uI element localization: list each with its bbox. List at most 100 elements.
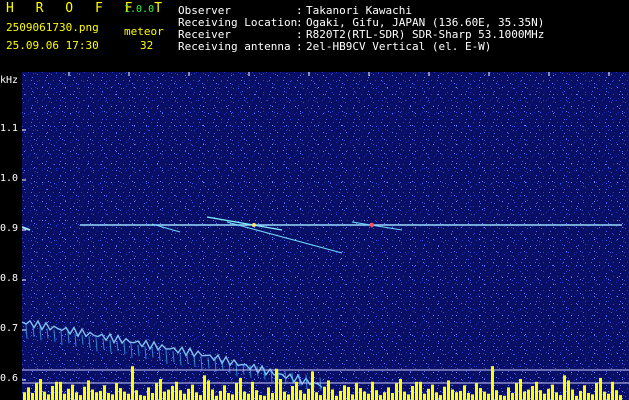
power-bar	[135, 390, 138, 400]
power-bar	[187, 388, 190, 400]
power-bar	[83, 386, 86, 400]
power-bar	[275, 368, 278, 400]
app-version: 1.0.0	[124, 4, 155, 15]
power-bar	[319, 395, 322, 400]
power-bar	[447, 380, 450, 400]
power-bar	[335, 395, 338, 400]
power-bar	[583, 385, 586, 400]
power-bar	[415, 381, 418, 400]
power-bar	[395, 383, 398, 400]
power-bar	[407, 394, 410, 400]
power-bar	[223, 385, 226, 400]
power-bar	[539, 390, 542, 400]
power-bar	[271, 393, 274, 400]
power-bar	[151, 393, 154, 400]
power-bar	[183, 393, 186, 400]
power-bar	[127, 393, 130, 400]
power-bar	[567, 380, 570, 400]
power-bar	[175, 381, 178, 400]
power-bar	[607, 393, 610, 400]
power-bar	[131, 366, 134, 400]
y-tick-label: 0.8	[0, 273, 19, 284]
power-bar	[107, 393, 110, 400]
power-bar	[31, 393, 34, 400]
power-bar	[527, 389, 530, 400]
power-bar	[323, 386, 326, 400]
power-bar	[587, 393, 590, 400]
power-bar	[515, 383, 518, 400]
power-bar	[519, 379, 522, 400]
power-bar	[611, 381, 614, 400]
spectrogram-plot	[22, 72, 629, 400]
power-bar	[327, 380, 330, 400]
meteor-head	[369, 222, 375, 228]
power-bar	[511, 393, 514, 400]
power-bar	[467, 393, 470, 400]
power-bar	[463, 385, 466, 400]
power-bar	[303, 393, 306, 400]
power-bar	[247, 393, 250, 400]
power-bar	[351, 394, 354, 400]
meteor-count: 32	[140, 39, 154, 52]
power-bar	[443, 386, 446, 400]
power-bar	[207, 380, 210, 400]
power-bar	[431, 384, 434, 400]
power-bar	[563, 375, 566, 400]
power-bar	[579, 390, 582, 400]
power-bar	[255, 390, 258, 400]
power-bar	[231, 394, 234, 400]
power-bar	[399, 379, 402, 400]
power-bar	[595, 383, 598, 400]
power-bar	[459, 390, 462, 400]
power-bar	[535, 381, 538, 400]
power-bar	[311, 371, 314, 400]
power-bar	[283, 391, 286, 400]
power-bar	[55, 381, 58, 400]
power-bar	[91, 389, 94, 400]
power-bar	[315, 392, 318, 400]
power-bar	[371, 381, 374, 400]
y-tick-label: 1.0	[0, 173, 19, 184]
power-bar	[571, 389, 574, 400]
power-bar	[331, 389, 334, 400]
power-bar	[171, 386, 174, 400]
power-bar	[559, 395, 562, 400]
power-bar	[87, 380, 90, 400]
power-bar	[179, 390, 182, 400]
power-bar	[155, 383, 158, 400]
power-bar	[23, 392, 26, 400]
power-bar	[123, 391, 126, 400]
power-bar	[363, 391, 366, 400]
power-bar	[211, 389, 214, 400]
power-bar	[379, 395, 382, 400]
power-bar	[35, 383, 38, 400]
power-bar	[63, 393, 66, 400]
power-bar	[235, 383, 238, 400]
power-bar	[387, 387, 390, 400]
power-bar	[219, 390, 222, 400]
power-bar	[71, 384, 74, 400]
power-bar	[411, 386, 414, 400]
power-bar	[139, 395, 142, 400]
power-bar	[103, 385, 106, 400]
power-bar	[359, 388, 362, 400]
power-bar	[491, 366, 494, 400]
power-bar	[259, 395, 262, 400]
power-bar	[203, 375, 206, 400]
power-bar	[555, 392, 558, 400]
power-bar	[291, 386, 294, 400]
power-bar	[483, 391, 486, 400]
image-filename: 2509061730.png	[6, 21, 99, 34]
mode-label: meteor	[124, 25, 164, 38]
power-bar	[199, 395, 202, 400]
power-bar	[79, 395, 82, 400]
antenna-label: Receiving antenna	[178, 40, 291, 53]
power-bar	[471, 394, 474, 400]
power-bar	[475, 383, 478, 400]
power-bar	[159, 379, 162, 400]
power-bar	[619, 395, 622, 400]
power-bar	[51, 386, 54, 400]
power-bar	[279, 379, 282, 400]
power-bar	[479, 388, 482, 400]
power-bar	[599, 377, 602, 400]
